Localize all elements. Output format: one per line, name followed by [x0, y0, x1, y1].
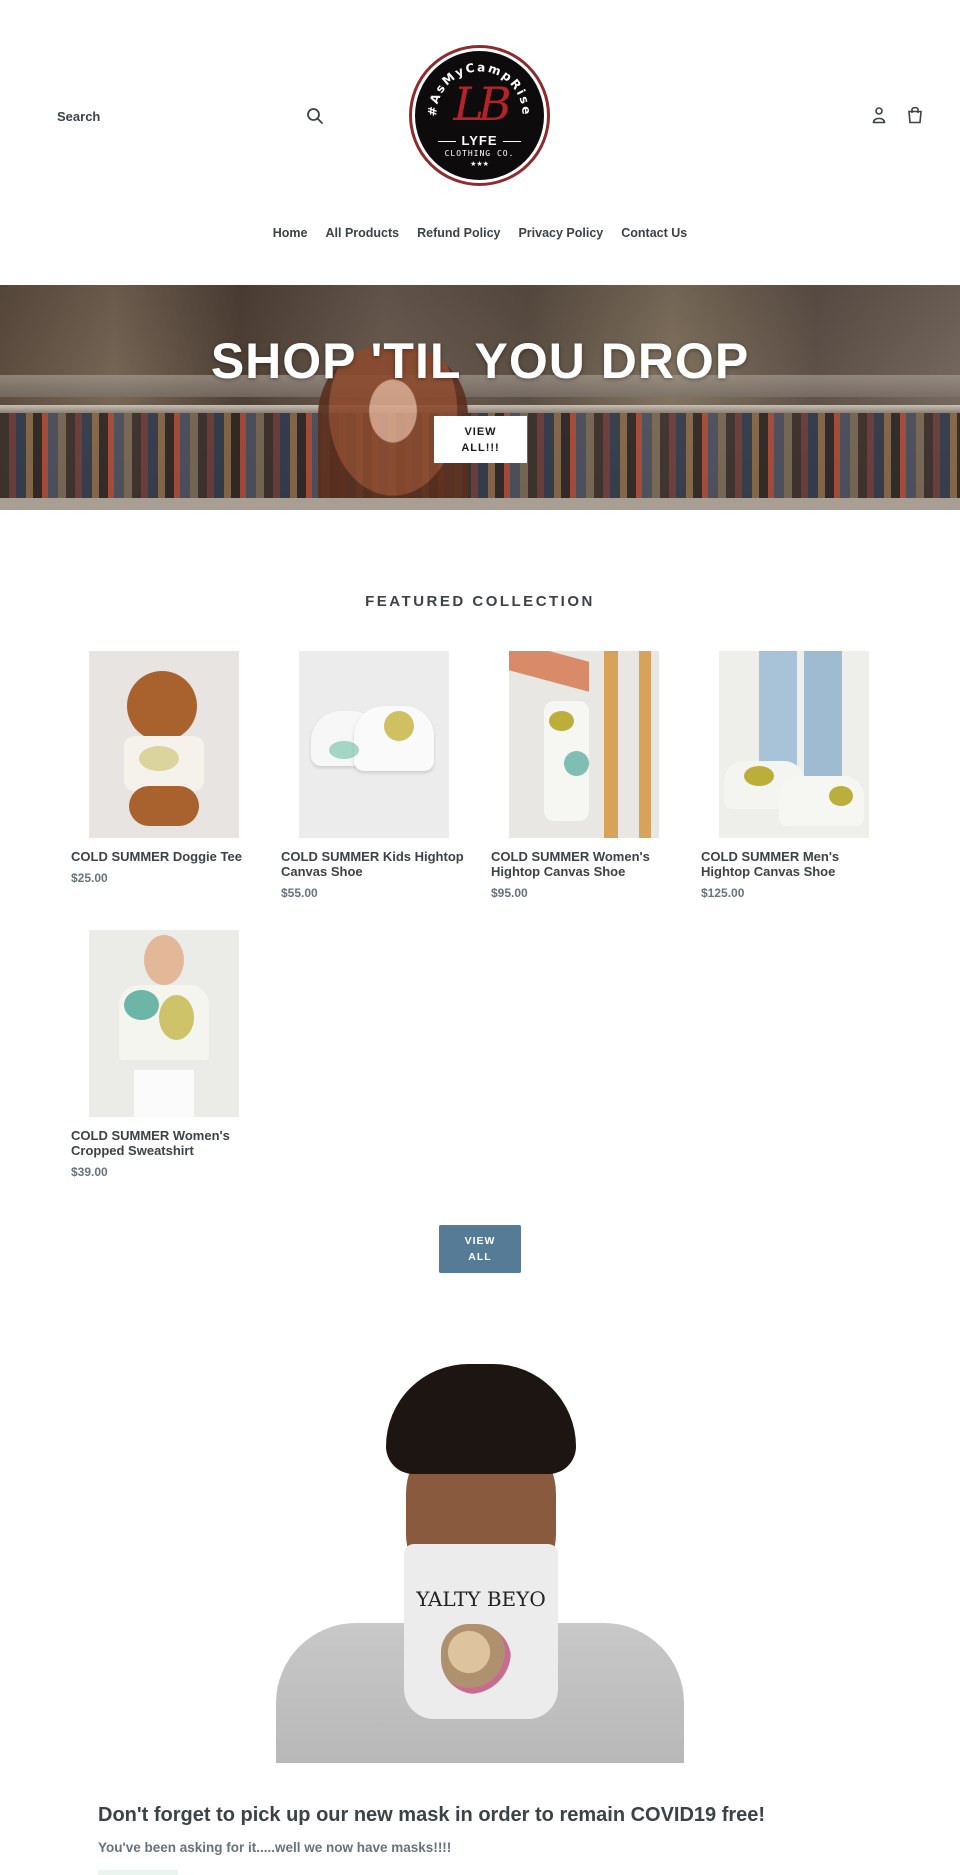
- product-image[interactable]: [719, 651, 869, 838]
- product-image[interactable]: [89, 651, 239, 838]
- logo-name: LYFE: [415, 133, 544, 148]
- product-image[interactable]: [299, 651, 449, 838]
- search-button[interactable]: [305, 107, 325, 127]
- cart-icon: [908, 106, 922, 124]
- account-link[interactable]: [870, 104, 888, 126]
- product-name[interactable]: COLD SUMMER Men's Hightop Canvas Shoe: [701, 849, 886, 879]
- logo-stars: ★★★: [470, 161, 489, 168]
- logo-subtitle: CLOTHING CO.: [444, 149, 515, 158]
- product-price: $39.00: [71, 1165, 108, 1179]
- logo-badge: #AsMyCampRise LB LYFE CLOTHING CO. ★★★: [415, 51, 544, 180]
- product-image[interactable]: [89, 930, 239, 1117]
- nav-item-refund-policy[interactable]: Refund Policy: [417, 226, 500, 240]
- hero-title: SHOP 'TIL YOU DROP: [210, 333, 750, 389]
- product-name[interactable]: COLD SUMMER Women's Cropped Sweatshirt: [71, 1128, 256, 1158]
- logo-monogram: LB: [453, 77, 511, 131]
- product-card[interactable]: COLD SUMMER Men's Hightop Canvas Shoe $1…: [701, 651, 886, 900]
- main-nav: Home All Products Refund Policy Privacy …: [0, 226, 960, 240]
- view-all-button[interactable]: VIEW ALL: [439, 1225, 521, 1273]
- product-price: $95.00: [491, 886, 528, 900]
- hero-view-all-button[interactable]: VIEW ALL!!!: [434, 416, 527, 463]
- mask-feature-heading: Don't forget to pick up our new mask in …: [98, 1804, 766, 1826]
- account-icon: [872, 107, 886, 124]
- hero-button-line2: ALL!!!: [461, 441, 500, 454]
- search-form: [57, 100, 327, 132]
- product-card[interactable]: COLD SUMMER Kids Hightop Canvas Shoe $55…: [281, 651, 466, 900]
- mask-print-text: YALTY BEYO: [416, 1587, 546, 1611]
- mask-bg-hair: [386, 1364, 576, 1474]
- mask-feature-link[interactable]: [98, 1870, 178, 1875]
- search-icon: [307, 108, 323, 124]
- cart-link[interactable]: [906, 104, 924, 126]
- featured-collection-title: FEATURED COLLECTION: [365, 593, 595, 610]
- product-card[interactable]: COLD SUMMER Doggie Tee $25.00: [71, 651, 256, 885]
- mask-product-image[interactable]: YALTY BEYO: [276, 1349, 684, 1763]
- hero-bg-rail: [0, 405, 960, 413]
- product-name[interactable]: COLD SUMMER Women's Hightop Canvas Shoe: [491, 849, 676, 879]
- nav-item-contact-us[interactable]: Contact Us: [621, 226, 687, 240]
- header-actions: [870, 104, 924, 126]
- product-image[interactable]: [509, 651, 659, 838]
- hero-bg-floor: [0, 498, 960, 510]
- site-logo[interactable]: #AsMyCampRise LB LYFE CLOTHING CO. ★★★: [409, 45, 550, 186]
- mask-feature-subtext: You've been asking for it.....well we no…: [98, 1840, 452, 1855]
- nav-item-all-products[interactable]: All Products: [326, 226, 400, 240]
- search-input[interactable]: [57, 108, 287, 124]
- product-price: $25.00: [71, 871, 108, 885]
- site-header: #AsMyCampRise LB LYFE CLOTHING CO. ★★★ H…: [0, 0, 960, 240]
- nav-item-privacy-policy[interactable]: Privacy Policy: [518, 226, 603, 240]
- product-name[interactable]: COLD SUMMER Doggie Tee: [71, 849, 256, 864]
- product-card[interactable]: COLD SUMMER Women's Cropped Sweatshirt $…: [71, 930, 256, 1179]
- product-price: $55.00: [281, 886, 318, 900]
- product-card[interactable]: COLD SUMMER Women's Hightop Canvas Shoe …: [491, 651, 676, 900]
- product-price: $125.00: [701, 886, 745, 900]
- hero-banner: SHOP 'TIL YOU DROP VIEW ALL!!!: [0, 285, 960, 510]
- hero-button-line1: VIEW: [464, 425, 497, 438]
- product-name[interactable]: COLD SUMMER Kids Hightop Canvas Shoe: [281, 849, 466, 879]
- view-all-line1: VIEW: [464, 1235, 496, 1247]
- mask-print-art: [441, 1624, 511, 1694]
- nav-item-home[interactable]: Home: [273, 226, 308, 240]
- view-all-line2: ALL: [468, 1251, 492, 1263]
